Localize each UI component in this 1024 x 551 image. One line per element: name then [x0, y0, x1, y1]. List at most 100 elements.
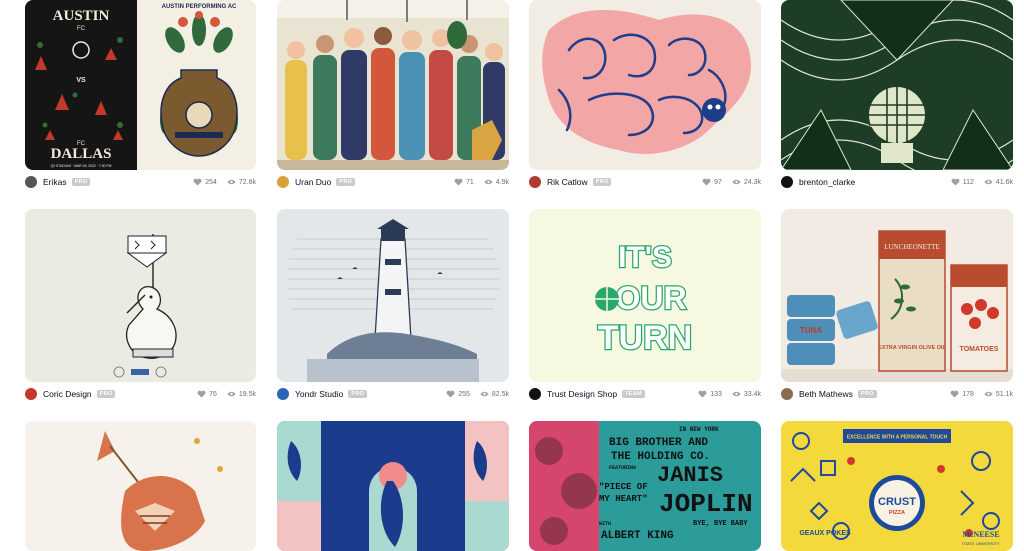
pro-badge: PRO	[96, 390, 116, 398]
crust-pizza-text: PIZZA	[889, 510, 905, 516]
author-name[interactable]: Rik Catlow	[547, 177, 588, 187]
joplin-band2-text: THE HOLDING CO.	[611, 451, 710, 463]
eye-icon	[984, 391, 993, 397]
joplin-song2-text: MY HEART"	[599, 494, 648, 504]
author-name[interactable]: Uran Duo	[295, 177, 331, 187]
doodle-characters-art	[529, 0, 761, 170]
tin2-product-text: TOMATOES	[960, 346, 999, 353]
crust-pizza-pattern: EXCELLENCE WITH A PERSONAL TOUCH CRUST P…	[781, 421, 1013, 551]
shot-meta: Uran Duo PRO 71 4.9k	[277, 172, 509, 192]
eye-icon	[984, 179, 993, 185]
views-count: 82.5k	[491, 390, 509, 398]
tin1-product-text: EXTRA VIRGIN OLIVE OIL	[878, 345, 946, 351]
heart-icon[interactable]	[454, 178, 463, 186]
joplin-albert-text: ALBERT KING	[601, 530, 674, 542]
eye-icon	[484, 179, 493, 185]
avatar[interactable]	[25, 176, 37, 188]
author-name[interactable]: Beth Mathews	[799, 389, 853, 399]
shot-stats: 71 4.9k	[454, 178, 509, 186]
eye-icon	[732, 391, 741, 397]
shot-thumbnail[interactable]	[25, 421, 256, 551]
author-name[interactable]: Yondr Studio	[295, 389, 343, 399]
author-name[interactable]: Coric Design	[43, 389, 92, 399]
austin-fc-text: FC	[77, 26, 86, 32]
team-badge: TEAM	[622, 390, 645, 398]
dallas-title-text: DALLAS	[51, 146, 112, 162]
avatar[interactable]	[781, 388, 793, 400]
joplin-band1-text: BIG BROTHER AND	[609, 437, 708, 449]
joplin-bye-text: BYE, BYE BABY	[693, 520, 748, 528]
austin-fc-poster-art: AUSTIN FC VS FC DALLAS Q2 STADIUM · MAR …	[25, 0, 256, 170]
pro-badge: PRO	[71, 178, 91, 186]
pelican-crest-illustration	[25, 209, 256, 382]
shot-meta: Erikas PRO 254 72.8k	[25, 172, 256, 192]
op-art-illustration	[781, 0, 1013, 170]
avatar[interactable]	[529, 388, 541, 400]
views-count: 19.5k	[238, 390, 256, 398]
austin-vs-text: VS	[76, 77, 86, 84]
likes-count: 255	[458, 390, 470, 398]
shot-thumbnail[interactable]	[25, 209, 256, 382]
heart-icon[interactable]	[698, 390, 707, 398]
shot-thumbnail[interactable]: AUSTIN FC VS FC DALLAS Q2 STADIUM · MAR …	[25, 0, 256, 170]
pro-badge: PRO	[857, 390, 877, 398]
avatar[interactable]	[781, 176, 793, 188]
shot-stats: 97 24.3k	[702, 178, 761, 186]
shot-stats: 255 82.5k	[446, 390, 509, 398]
joplin-with-text: WITH	[599, 521, 611, 527]
fox-character-illustration	[25, 421, 256, 551]
bird-pattern-poster	[277, 421, 509, 551]
heart-icon[interactable]	[446, 390, 455, 398]
shot-meta: Rik Catlow PRO 97 24.3k	[529, 172, 761, 192]
shot-thumbnail[interactable]: TUNA LUNCHEONETTE EXTRA VIRGIN OLIVE OIL…	[781, 209, 1013, 382]
food-tin-packaging: TUNA LUNCHEONETTE EXTRA VIRGIN OLIVE OIL…	[781, 209, 1013, 382]
likes-count: 112	[962, 178, 974, 186]
shot-thumbnail[interactable]	[781, 0, 1013, 170]
shot-stats: 254 72.8k	[193, 178, 256, 186]
likes-count: 254	[205, 178, 217, 186]
turn-line2-text: OUR	[615, 280, 686, 316]
shot-thumbnail[interactable]	[277, 421, 509, 551]
author-name[interactable]: brenton_clarke	[799, 177, 855, 187]
joplin-name1-text: JANIS	[657, 463, 723, 488]
eye-icon	[227, 391, 236, 397]
joplin-song1-text: "PIECE OF	[599, 482, 648, 492]
views-count: 24.3k	[743, 178, 761, 186]
avatar[interactable]	[277, 388, 289, 400]
heart-icon[interactable]	[951, 178, 960, 186]
avatar[interactable]	[25, 388, 37, 400]
turn-line1-text: IT'S	[618, 241, 672, 274]
austin-strip-text: Q2 STADIUM · MAR 26, 2022 · 7:30 PM	[51, 164, 112, 168]
shot-stats: 133 33.4k	[698, 390, 761, 398]
shot-thumbnail[interactable]	[529, 0, 761, 170]
shot-thumbnail[interactable]: EXCELLENCE WITH A PERSONAL TOUCH CRUST P…	[781, 421, 1013, 551]
crust-mcneese-text: McNEESE	[962, 530, 999, 539]
turn-line3-text: TURN	[598, 319, 692, 357]
pro-badge: PRO	[348, 390, 368, 398]
shot-stats: 178 51.1k	[950, 390, 1013, 398]
avatar[interactable]	[277, 176, 289, 188]
austin-title-text: AUSTIN	[53, 8, 110, 24]
heart-icon[interactable]	[193, 178, 202, 186]
pro-badge: PRO	[592, 178, 612, 186]
avatar[interactable]	[529, 176, 541, 188]
shot-thumbnail[interactable]: IN NEW YORK BIG BROTHER AND THE HOLDING …	[529, 421, 761, 551]
heart-icon[interactable]	[197, 390, 206, 398]
views-count: 33.4k	[743, 390, 761, 398]
shot-thumbnail[interactable]	[277, 0, 509, 170]
views-count: 41.6k	[995, 178, 1013, 186]
shot-thumbnail[interactable]	[277, 209, 509, 382]
likes-count: 97	[714, 178, 722, 186]
heart-icon[interactable]	[702, 178, 711, 186]
its-our-turn-lettering: IT'S OUR TURN	[529, 209, 761, 382]
shot-stats: 112 41.6k	[951, 178, 1013, 186]
joplin-name2-text: JOPLIN	[659, 489, 753, 519]
crust-banner-text: EXCELLENCE WITH A PERSONAL TOUCH	[847, 435, 948, 441]
author-name[interactable]: Trust Design Shop	[547, 389, 617, 399]
heart-icon[interactable]	[950, 390, 959, 398]
shot-thumbnail[interactable]: IT'S OUR TURN	[529, 209, 761, 382]
shot-meta: Beth Mathews PRO 178 51.1k	[781, 384, 1013, 404]
views-count: 51.1k	[995, 390, 1013, 398]
likes-count: 133	[710, 390, 722, 398]
author-name[interactable]: Erikas	[43, 177, 67, 187]
